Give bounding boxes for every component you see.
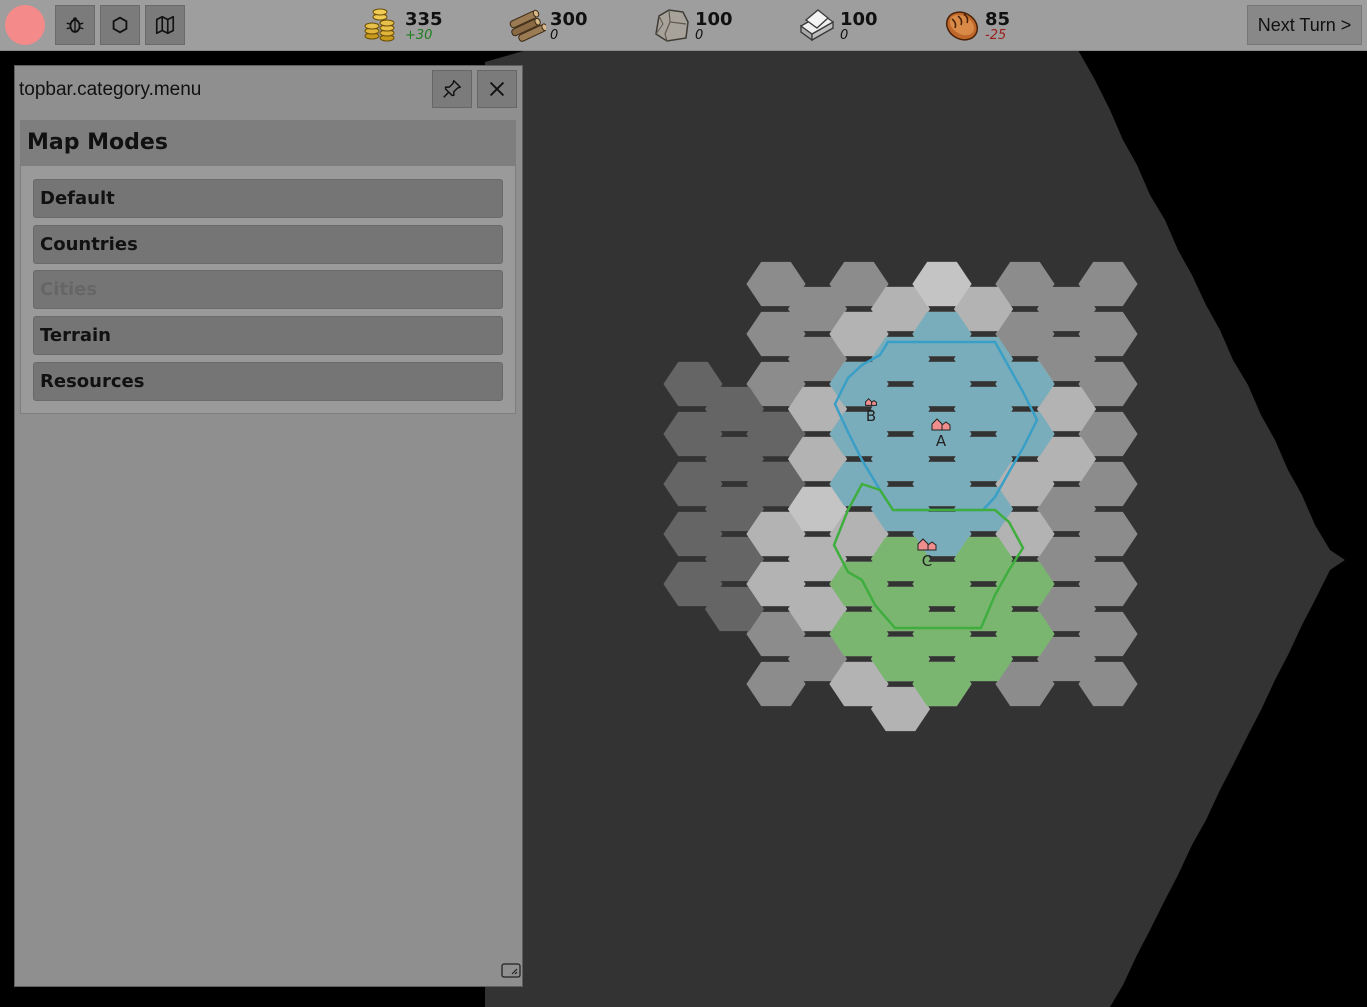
- map-mode-default-button[interactable]: Default: [33, 179, 503, 218]
- map-mode-resources-button[interactable]: Resources: [33, 362, 503, 401]
- map-modes-title: Map Modes: [27, 130, 168, 155]
- bread-icon: [945, 11, 979, 41]
- gold-amount: 335: [405, 9, 443, 30]
- map-mode-label: Countries: [40, 234, 138, 255]
- map-mode-cities-button[interactable]: Cities: [33, 270, 503, 309]
- stone-delta: 0: [695, 28, 704, 43]
- map-mode-terrain-button[interactable]: Terrain: [33, 316, 503, 355]
- map-modes-header[interactable]: Map Modes: [21, 121, 515, 166]
- pin-icon: [443, 80, 461, 98]
- city-label: B: [866, 407, 876, 425]
- city-label: A: [936, 432, 947, 450]
- map-modes-section: Map Modes Default Countries Cities Terra…: [20, 120, 516, 414]
- stone-icon: [655, 9, 689, 42]
- map-mode-label: Terrain: [40, 325, 111, 346]
- iron-delta: 0: [840, 28, 849, 43]
- wood-logs-icon: [509, 9, 546, 42]
- stone-amount: 100: [695, 9, 733, 30]
- category-menu-panel: topbar.category.menu Map Modes Default C…: [14, 65, 523, 987]
- next-turn-button[interactable]: Next Turn >: [1247, 5, 1362, 45]
- panel-title: topbar.category.menu: [19, 79, 202, 100]
- map-mode-label: Cities: [40, 279, 98, 300]
- food-amount: 85: [985, 9, 1011, 30]
- hex-grid-button[interactable]: [100, 5, 140, 45]
- gold-coins-icon: [364, 8, 395, 42]
- resize-handle-icon[interactable]: [501, 963, 521, 979]
- map-mode-label: Resources: [40, 371, 145, 392]
- map-icon: [155, 15, 175, 35]
- iron-ingot-icon: [799, 9, 835, 42]
- bug-icon: [66, 17, 84, 33]
- city-label: C: [922, 552, 932, 570]
- player-avatar[interactable]: [5, 5, 45, 45]
- iron-amount: 100: [840, 9, 878, 30]
- close-button[interactable]: [477, 70, 517, 108]
- gold-delta: +30: [405, 28, 433, 43]
- pin-button[interactable]: [432, 70, 472, 108]
- close-icon: [489, 81, 505, 97]
- city-marker[interactable]: B: [865, 398, 877, 425]
- map-button[interactable]: [145, 5, 185, 45]
- top-bar: 335 +30 300 0 100 0 100 0 85 -25 Next Tu…: [0, 0, 1367, 51]
- map-mode-countries-button[interactable]: Countries: [33, 225, 503, 264]
- food-delta: -25: [985, 28, 1007, 43]
- wood-delta: 0: [550, 28, 559, 43]
- map-mode-label: Default: [40, 188, 115, 209]
- debug-button[interactable]: [55, 5, 95, 45]
- wood-amount: 300: [550, 9, 588, 30]
- hexagon-icon: [112, 16, 128, 34]
